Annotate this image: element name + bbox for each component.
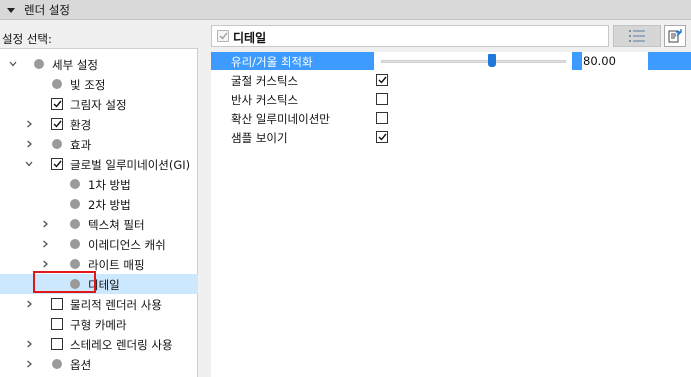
tree-item[interactable]: 세부 설정 — [0, 54, 198, 74]
property-checkbox[interactable] — [376, 131, 388, 143]
panel-title: 렌더 설정 — [24, 2, 70, 17]
chevron-down-icon[interactable] — [24, 159, 34, 169]
chevron-down-icon[interactable] — [8, 59, 18, 69]
tree-item-checkbox[interactable] — [51, 338, 63, 350]
tree-item-label: 스테레오 렌더링 사용 — [70, 338, 173, 352]
property-label: 샘플 보이기 — [231, 131, 288, 145]
check-icon — [53, 100, 62, 108]
highlight-box — [33, 271, 96, 293]
check-icon — [378, 133, 387, 141]
tree-item-label: 라이트 매핑 — [88, 258, 145, 272]
check-icon — [53, 160, 62, 168]
export-button[interactable] — [664, 25, 686, 47]
tree-item-label: 세부 설정 — [52, 58, 98, 72]
selection-highlight-tail — [648, 52, 691, 70]
settings-tree[interactable]: 세부 설정빛 조정그림자 설정환경효과글로벌 일루미네이션(GI) 1차 방법 2차… — [0, 48, 198, 377]
tree-item[interactable]: 옵션 — [0, 354, 198, 374]
tree-item-checkbox[interactable] — [51, 298, 63, 310]
status-dot-icon — [70, 259, 80, 269]
tree-item[interactable]: 물리적 렌더러 사용 — [0, 294, 198, 314]
detail-header: 디테일 — [211, 25, 609, 47]
tree-item-label: 효과 — [70, 138, 92, 152]
tree-item[interactable]: 라이트 매핑 — [0, 254, 198, 274]
optimization-slider[interactable] — [381, 60, 566, 63]
slider-value[interactable]: 80.00 — [583, 54, 616, 68]
tree-item-checkbox[interactable] — [51, 118, 63, 130]
tree-item[interactable]: 빛 조정 — [0, 74, 198, 94]
tree-item[interactable]: 그림자 설정 — [0, 94, 198, 114]
tree-item-label: 빛 조정 — [70, 78, 106, 92]
status-dot-icon — [70, 219, 80, 229]
chevron-right-icon[interactable] — [24, 119, 34, 129]
tree-item-label: 그림자 설정 — [70, 98, 127, 112]
settings-select-label: 설정 선택: — [2, 32, 52, 46]
check-icon — [219, 32, 228, 40]
chevron-right-icon[interactable] — [24, 139, 34, 149]
tree-item[interactable]: 텍스쳐 필터 — [0, 214, 198, 234]
property-row[interactable]: 확산 일루미네이션만 — [211, 109, 691, 127]
status-dot-icon — [52, 79, 62, 89]
chevron-right-icon[interactable] — [24, 359, 34, 369]
status-dot-icon — [52, 139, 62, 149]
slider-end-cap — [572, 52, 582, 70]
tree-item[interactable]: 스테레오 렌더링 사용 — [0, 334, 198, 354]
tree-item[interactable]: 구형 카메라 — [0, 314, 198, 334]
status-dot-icon — [52, 359, 62, 369]
chevron-right-icon[interactable] — [40, 239, 50, 249]
list-view-button[interactable] — [613, 25, 661, 47]
status-dot-icon — [70, 179, 80, 189]
detail-title: 디테일 — [233, 31, 267, 45]
tree-item[interactable]: 디테일 — [0, 274, 198, 294]
tree-item[interactable]: 이레디언스 캐쉬 — [0, 234, 198, 254]
tree-item[interactable]: 2차 방법 — [0, 194, 198, 214]
tree-item-label: 이레디언스 캐쉬 — [88, 238, 166, 252]
check-icon — [378, 76, 387, 84]
tree-item-checkbox[interactable] — [51, 98, 63, 110]
chevron-right-icon[interactable] — [24, 339, 34, 349]
check-icon — [53, 120, 62, 128]
tree-item-label: 옵션 — [70, 358, 92, 372]
tree-item[interactable]: 1차 방법 — [0, 174, 198, 194]
collapse-caret-icon[interactable] — [7, 6, 15, 14]
tree-item-label: 글로벌 일루미네이션(GI) — [70, 158, 191, 172]
status-dot-icon — [70, 199, 80, 209]
property-row[interactable]: 유리/거울 최적화 80.00 — [211, 52, 691, 70]
property-label: 굴절 커스틱스 — [231, 74, 299, 88]
tree-item-label: 구형 카메라 — [70, 318, 127, 332]
tree-item-checkbox[interactable] — [51, 158, 63, 170]
property-label: 확산 일루미네이션만 — [231, 112, 330, 126]
property-checkbox[interactable] — [376, 74, 388, 86]
property-checkbox[interactable] — [376, 112, 388, 124]
property-row[interactable]: 반사 커스틱스 — [211, 90, 691, 108]
property-checkbox[interactable] — [376, 93, 388, 105]
panel-header[interactable]: 렌더 설정 — [0, 0, 691, 20]
tree-item-checkbox[interactable] — [51, 318, 63, 330]
chevron-right-icon[interactable] — [24, 299, 34, 309]
property-row[interactable]: 굴절 커스틱스 — [211, 71, 691, 89]
tree-item-label: 물리적 렌더러 사용 — [70, 298, 162, 312]
tree-item[interactable]: 글로벌 일루미네이션(GI) — [0, 154, 198, 174]
property-label: 반사 커스틱스 — [231, 93, 299, 107]
detail-enabled-checkbox[interactable] — [217, 30, 229, 42]
status-dot-icon — [34, 59, 44, 69]
chevron-right-icon[interactable] — [40, 259, 50, 269]
tree-item[interactable]: 효과 — [0, 134, 198, 154]
list-icon — [629, 30, 645, 42]
chevron-right-icon[interactable] — [40, 219, 50, 229]
export-icon — [668, 29, 682, 43]
property-label: 유리/거울 최적화 — [231, 55, 313, 69]
tree-item-label: 텍스쳐 필터 — [88, 218, 145, 232]
detail-properties: 유리/거울 최적화 80.00 굴절 커스틱스반사 커스틱스확산 일루미네이션만샘플… — [211, 52, 691, 377]
tree-item[interactable]: 환경 — [0, 114, 198, 134]
property-row[interactable]: 샘플 보이기 — [211, 128, 691, 146]
slider-thumb[interactable] — [488, 54, 496, 67]
status-dot-icon — [70, 239, 80, 249]
tree-item-label: 2차 방법 — [88, 198, 131, 212]
tree-item-label: 1차 방법 — [88, 178, 131, 192]
tree-item-label: 환경 — [70, 118, 92, 132]
